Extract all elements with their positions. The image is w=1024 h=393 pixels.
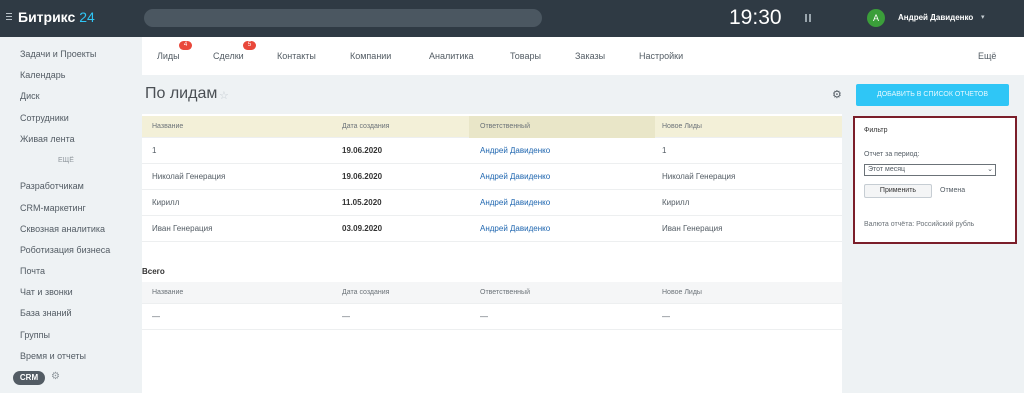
logo-text: Битрикс bbox=[18, 9, 76, 25]
tab-products[interactable]: Товары bbox=[510, 51, 541, 61]
sidebar-item-groups[interactable]: Группы bbox=[20, 330, 50, 340]
column-header[interactable]: Ответственный bbox=[480, 123, 530, 130]
column-header[interactable]: Дата создания bbox=[342, 123, 389, 130]
tab-leads[interactable]: Лиды bbox=[157, 51, 180, 61]
total-header-row: Название Дата создания Ответственный Нов… bbox=[142, 282, 842, 304]
chevron-down-icon: ⌄ bbox=[987, 166, 993, 173]
crm-pill[interactable]: CRM bbox=[13, 371, 45, 385]
settings-gear-icon[interactable]: ⚙ bbox=[832, 88, 842, 101]
search-input[interactable] bbox=[144, 9, 542, 27]
total-cell: — bbox=[152, 312, 160, 321]
sidebar-item-time-reports[interactable]: Время и отчеты bbox=[20, 351, 86, 361]
logo[interactable]: Битрикс 24 bbox=[18, 9, 95, 25]
cell-title[interactable]: Иван Генерация bbox=[152, 224, 212, 233]
column-header: Новое Лиды bbox=[662, 289, 702, 296]
sidebar-item-crm-marketing[interactable]: CRM-маркетинг bbox=[20, 203, 86, 213]
cell-new-lead[interactable]: Иван Генерация bbox=[662, 224, 722, 233]
total-cell: — bbox=[662, 312, 670, 321]
sidebar-item-chat[interactable]: Чат и звонки bbox=[20, 287, 73, 297]
tab-settings[interactable]: Настройки bbox=[639, 51, 683, 61]
tab-leads-badge: 4 bbox=[179, 41, 192, 50]
total-cell: — bbox=[342, 312, 350, 321]
cancel-link[interactable]: Отмена bbox=[940, 187, 965, 194]
period-select[interactable]: Этот месяц ⌄ bbox=[864, 164, 996, 176]
user-name[interactable]: Андрей Давиденко bbox=[898, 13, 973, 22]
total-cell: — bbox=[480, 312, 488, 321]
tab-analytics[interactable]: Аналитика bbox=[429, 51, 474, 61]
period-label: Отчет за период: bbox=[864, 151, 920, 158]
cell-date: 11.05.2020 bbox=[342, 198, 382, 207]
sidebar-item-analytics[interactable]: Сквозная аналитика bbox=[20, 224, 105, 234]
filter-title: Фильтр bbox=[864, 127, 888, 134]
sidebar-item-automation[interactable]: Роботизация бизнеса bbox=[20, 245, 110, 255]
column-header: Дата создания bbox=[342, 289, 390, 296]
cell-date: 03.09.2020 bbox=[342, 224, 383, 233]
cell-title[interactable]: 1 bbox=[152, 146, 156, 155]
cell-responsible[interactable]: Андрей Давиденко bbox=[480, 172, 550, 181]
period-value: Этот месяц bbox=[868, 166, 906, 173]
add-to-reports-button[interactable]: ДОБАВИТЬ В СПИСОК ОТЧЕТОВ bbox=[856, 84, 1009, 106]
sidebar-more[interactable]: ЕЩЁ bbox=[58, 157, 74, 164]
logo-number: 24 bbox=[79, 9, 95, 25]
sidebar-item-mail[interactable]: Почта bbox=[20, 266, 45, 276]
sidebar-item-tasks[interactable]: Задачи и Проекты bbox=[20, 49, 96, 59]
cell-responsible[interactable]: Андрей Давиденко bbox=[480, 146, 550, 155]
cell-responsible[interactable]: Андрей Давиденко bbox=[480, 198, 550, 207]
tab-more[interactable]: Ещё bbox=[978, 51, 996, 61]
column-header: Название bbox=[152, 289, 184, 296]
total-title: Всего bbox=[142, 267, 165, 276]
cell-date: 19.06.2020 bbox=[342, 172, 383, 181]
gear-icon[interactable]: ⚙ bbox=[51, 371, 60, 382]
sidebar-item-employees[interactable]: Сотрудники bbox=[20, 113, 69, 123]
page-title: По лидам bbox=[145, 85, 218, 102]
apply-button[interactable]: Применить bbox=[864, 184, 932, 198]
cell-title[interactable]: Кирилл bbox=[152, 198, 179, 207]
tab-orders[interactable]: Заказы bbox=[575, 51, 605, 61]
cell-new-lead[interactable]: Николай Генерация bbox=[662, 172, 735, 181]
avatar[interactable]: А bbox=[867, 9, 885, 27]
sidebar-item-feed[interactable]: Живая лента bbox=[20, 134, 75, 144]
star-icon[interactable]: ☆ bbox=[219, 89, 229, 102]
cell-date: 19.06.2020 bbox=[342, 146, 383, 155]
menu-icon[interactable] bbox=[6, 13, 12, 23]
currency-note: Валюта отчёта: Российский рубль bbox=[864, 221, 975, 228]
table-header-row: Название Дата создания Ответственный Нов… bbox=[142, 116, 842, 138]
report-table: Название Дата создания Ответственный Нов… bbox=[142, 114, 842, 393]
tab-contacts[interactable]: Контакты bbox=[277, 51, 316, 61]
sidebar: Задачи и Проекты Календарь Диск Сотрудни… bbox=[0, 37, 142, 393]
total-row: — — — — bbox=[142, 304, 842, 330]
sidebar-item-developers[interactable]: Разработчикам bbox=[20, 181, 84, 191]
table-row: Кирилл 11.05.2020 Андрей Давиденко Кирил… bbox=[142, 190, 842, 216]
cell-responsible[interactable]: Андрей Давиденко bbox=[480, 224, 550, 233]
tab-companies[interactable]: Компании bbox=[350, 51, 391, 61]
sidebar-item-disk[interactable]: Диск bbox=[20, 91, 40, 101]
sidebar-item-calendar[interactable]: Календарь bbox=[20, 70, 65, 80]
table-row: Иван Генерация 03.09.2020 Андрей Давиден… bbox=[142, 216, 842, 242]
tab-deals[interactable]: Сделки bbox=[213, 51, 244, 61]
cell-new-lead[interactable]: 1 bbox=[662, 146, 666, 155]
column-header: Ответственный bbox=[480, 289, 530, 296]
cell-title[interactable]: Николай Генерация bbox=[152, 172, 225, 181]
column-header[interactable]: Название bbox=[152, 123, 183, 130]
table-row: Николай Генерация 19.06.2020 Андрей Дави… bbox=[142, 164, 842, 190]
table-row: 1 19.06.2020 Андрей Давиденко 1 bbox=[142, 138, 842, 164]
column-header[interactable]: Новое Лиды bbox=[662, 123, 702, 130]
cell-new-lead[interactable]: Кирилл bbox=[662, 198, 689, 207]
filter-panel: Фильтр Отчет за период: Этот месяц ⌄ При… bbox=[853, 116, 1017, 244]
tab-deals-badge: 5 bbox=[243, 41, 256, 50]
pause-icon[interactable] bbox=[805, 14, 815, 22]
top-bar: Битрикс 24 19:30 А Андрей Давиденко ▾ bbox=[0, 0, 1024, 37]
crm-tabs: Лиды 4 Сделки 5 Контакты Компании Аналит… bbox=[142, 37, 1024, 75]
sidebar-item-knowledge[interactable]: База знаний bbox=[20, 308, 72, 318]
chevron-down-icon[interactable]: ▾ bbox=[981, 13, 985, 21]
clock[interactable]: 19:30 bbox=[729, 6, 782, 30]
